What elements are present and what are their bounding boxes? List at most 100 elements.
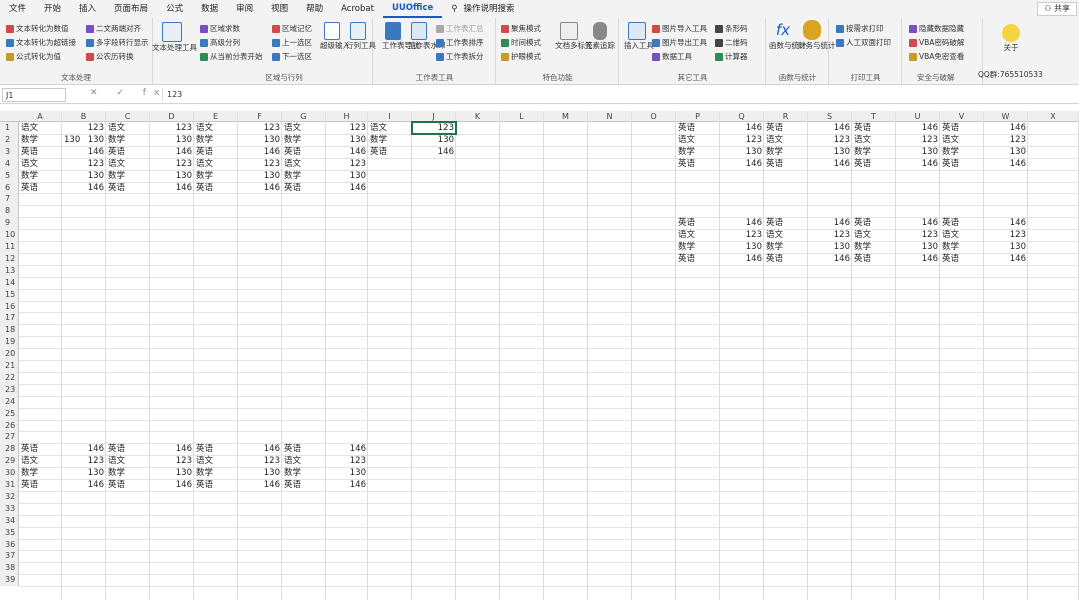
cell-g4[interactable]: 语文: [284, 158, 301, 170]
cell-d28[interactable]: 146: [150, 443, 193, 455]
function-stats-button[interactable]: fx 函数与统计: [769, 20, 807, 50]
cell-h2[interactable]: 130: [326, 134, 367, 146]
cell-a30[interactable]: 数学: [21, 467, 38, 479]
cell-s1[interactable]: 146: [808, 122, 851, 134]
cell-f2[interactable]: 130: [238, 134, 281, 146]
cell-g31[interactable]: 英语: [284, 479, 301, 491]
row-header-31[interactable]: 31: [0, 479, 19, 491]
selected-cell[interactable]: [411, 121, 457, 135]
cell-f29[interactable]: 123: [238, 455, 281, 467]
cell-b6[interactable]: 146: [62, 182, 105, 194]
row-header-19[interactable]: 19: [0, 336, 19, 348]
cell-s4[interactable]: 146: [808, 158, 851, 170]
cell-g3[interactable]: 英语: [284, 146, 301, 158]
row-header-14[interactable]: 14: [0, 277, 19, 289]
cell-e4[interactable]: 语文: [196, 158, 213, 170]
column-header-k[interactable]: K: [456, 111, 500, 122]
cell-q10[interactable]: 123: [720, 229, 763, 241]
cell-s11[interactable]: 130: [808, 241, 851, 253]
cell-t11[interactable]: 数学: [854, 241, 871, 253]
cell-q12[interactable]: 146: [720, 253, 763, 265]
row-col-tool-button[interactable]: 行列工具: [346, 22, 376, 50]
cell-p10[interactable]: 语文: [678, 229, 695, 241]
cell-g1[interactable]: 语文: [284, 122, 301, 134]
text-tools-button[interactable]: 文本处理工具: [152, 22, 197, 52]
cell-t4[interactable]: 英语: [854, 158, 871, 170]
cell-u4[interactable]: 146: [896, 158, 939, 170]
tab-view[interactable]: 视图: [262, 0, 297, 18]
cell-e1[interactable]: 语文: [196, 122, 213, 134]
row-header-27[interactable]: 27: [0, 431, 19, 443]
element-trace-button[interactable]: 元素追踪: [585, 22, 615, 50]
cell-j2[interactable]: 130: [412, 134, 455, 146]
cell-q2[interactable]: 123: [720, 134, 763, 146]
row-header-10[interactable]: 10: [0, 229, 19, 241]
row-header-15[interactable]: 15: [0, 289, 19, 301]
row-header-34[interactable]: 34: [0, 515, 19, 527]
row-header-26[interactable]: 26: [0, 420, 19, 432]
row-header-25[interactable]: 25: [0, 408, 19, 420]
row-header-29[interactable]: 29: [0, 455, 19, 467]
cell-g5[interactable]: 数学: [284, 170, 301, 182]
cell-h31[interactable]: 146: [326, 479, 367, 491]
cell-v12[interactable]: 英语: [942, 253, 959, 265]
row-header-39[interactable]: 39: [0, 574, 19, 586]
cell-h3[interactable]: 146: [326, 146, 367, 158]
cell-e5[interactable]: 数学: [196, 170, 213, 182]
next-selection-button[interactable]: 下一选区: [272, 52, 312, 62]
cell-f1[interactable]: 123: [238, 122, 281, 134]
column-header-u[interactable]: U: [896, 111, 940, 122]
column-header-b[interactable]: B: [62, 111, 106, 122]
cell-r1[interactable]: 英语: [766, 122, 783, 134]
tab-formulas[interactable]: 公式: [157, 0, 192, 18]
insert-tool-button[interactable]: 插入工具: [624, 22, 654, 50]
cell-r11[interactable]: 数学: [766, 241, 783, 253]
barcode-button[interactable]: 条形码: [715, 24, 748, 34]
row-header-4[interactable]: 4: [0, 158, 19, 170]
column-header-e[interactable]: E: [194, 111, 238, 122]
cell-t9[interactable]: 英语: [854, 217, 871, 229]
row-header-24[interactable]: 24: [0, 396, 19, 408]
row-header-33[interactable]: 33: [0, 503, 19, 515]
cell-w4[interactable]: 146: [984, 158, 1027, 170]
column-header-g[interactable]: G: [282, 111, 326, 122]
hide-data-button[interactable]: 隐藏数据隐藏: [909, 24, 964, 34]
row-header-5[interactable]: 5: [0, 170, 19, 182]
column-header-w[interactable]: W: [984, 111, 1028, 122]
cell-a28[interactable]: 英语: [21, 443, 38, 455]
cell-r12[interactable]: 英语: [766, 253, 783, 265]
sheet-summary-button[interactable]: 工作表汇总: [436, 24, 484, 34]
cell-i1[interactable]: 语文: [370, 122, 387, 134]
cell-e31[interactable]: 英语: [196, 479, 213, 491]
text-to-number-button[interactable]: 文本转化为数值: [6, 24, 69, 34]
cell-q3[interactable]: 130: [720, 146, 763, 158]
cell-s3[interactable]: 130: [808, 146, 851, 158]
row-header-38[interactable]: 38: [0, 562, 19, 574]
sheet-sort-button[interactable]: 工作表排序: [436, 38, 484, 48]
row-header-21[interactable]: 21: [0, 360, 19, 372]
cell-c31[interactable]: 英语: [108, 479, 125, 491]
cell-v1[interactable]: 英语: [942, 122, 959, 134]
row-header-1[interactable]: 1: [0, 122, 19, 134]
calculator-button[interactable]: 计算器: [715, 52, 748, 62]
row-header-18[interactable]: 18: [0, 324, 19, 336]
cell-q1[interactable]: 146: [720, 122, 763, 134]
cell-f6[interactable]: 146: [238, 182, 281, 194]
data-tools-button[interactable]: 数据工具: [652, 52, 692, 62]
cell-q4[interactable]: 146: [720, 158, 763, 170]
row-header-8[interactable]: 8: [0, 205, 19, 217]
cell-d5[interactable]: 130: [150, 170, 193, 182]
cell-c4[interactable]: 语文: [108, 158, 125, 170]
cell-s2[interactable]: 123: [808, 134, 851, 146]
cell-b31[interactable]: 146: [62, 479, 105, 491]
cell-f28[interactable]: 146: [238, 443, 281, 455]
cell-a31[interactable]: 英语: [21, 479, 38, 491]
cell-d30[interactable]: 130: [150, 467, 193, 479]
multi-field-row-button[interactable]: 多字段转行显示: [86, 38, 149, 48]
row-header-30[interactable]: 30: [0, 467, 19, 479]
text-to-hyperlink-button[interactable]: 文本转化为超链接: [6, 38, 76, 48]
cell-h29[interactable]: 123: [326, 455, 367, 467]
image-import-button[interactable]: 图片导入工具: [652, 24, 707, 34]
row-header-17[interactable]: 17: [0, 312, 19, 324]
formula-bar-icons[interactable]: ✕ ✓ fx: [90, 88, 167, 98]
